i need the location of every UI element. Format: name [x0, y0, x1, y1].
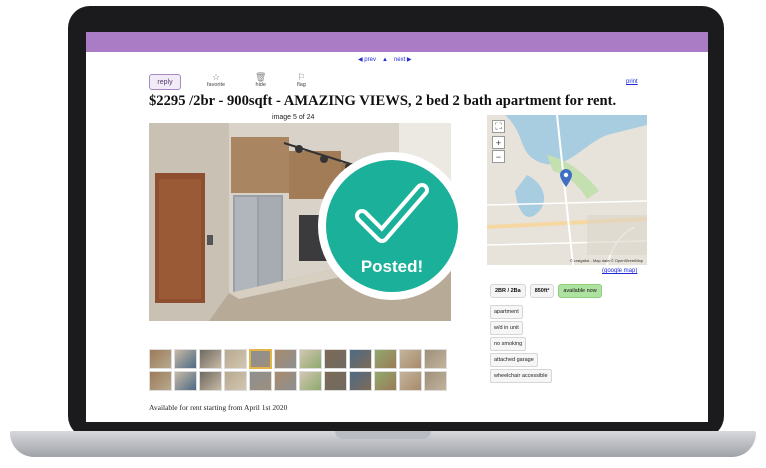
thumbnail-image[interactable] [274, 349, 297, 369]
thumbnail-image[interactable] [374, 371, 397, 391]
listing-title: $2295 /2br - 900sqft - AMAZING VIEWS, 2 … [149, 93, 617, 109]
post-navigation: ◀ prev ▲ next ▶ [358, 56, 412, 64]
hide-button[interactable]: 🗑 hide [255, 72, 267, 89]
sqft-badge: 850ft² [529, 284, 555, 298]
fullscreen-button[interactable]: ⛶ [492, 120, 505, 133]
availability-badge: available now [558, 284, 602, 298]
thumbnail-image[interactable] [199, 371, 222, 391]
thumbnail-image[interactable] [374, 349, 397, 369]
thumbnail-image[interactable] [224, 371, 247, 391]
thumbnail-image[interactable] [399, 371, 422, 391]
map-pin-icon[interactable] [560, 169, 572, 187]
image-counter: image 5 of 24 [272, 114, 315, 121]
posted-label: Posted! [360, 257, 424, 276]
map-attribution: © craigslist - Map data © OpenStreetMap [569, 258, 643, 263]
thumbnail-image[interactable] [424, 371, 447, 391]
posted-badge: Posted! [318, 152, 466, 300]
zoom-out-button[interactable]: − [492, 150, 505, 163]
next-link[interactable]: next ▶ [394, 56, 412, 63]
thumbnail-image[interactable] [299, 349, 322, 369]
thumbnail-image[interactable] [399, 349, 422, 369]
thumbnail-image[interactable] [349, 371, 372, 391]
google-map-link[interactable]: (google map) [602, 268, 637, 274]
thumbnail-image[interactable] [324, 349, 347, 369]
trash-icon: 🗑 [255, 72, 267, 82]
thumbnail-image[interactable] [249, 349, 272, 369]
flag-label: flag [297, 82, 306, 88]
laptop-base [10, 431, 756, 457]
location-map[interactable]: ⛶ + − © craigslist - Map data © OpenStre… [487, 115, 647, 265]
zoom-in-button[interactable]: + [492, 136, 505, 149]
tag-laundry: w/d in unit [490, 321, 523, 335]
flag-icon: ⚐ [297, 72, 306, 82]
thumbnail-image[interactable] [224, 349, 247, 369]
tag-housing-type: apartment [490, 305, 523, 319]
star-icon: ☆ [211, 72, 221, 82]
listing-description: Available for rent starting from April 1… [149, 403, 288, 412]
posted-circle: Posted! [326, 160, 458, 292]
map-tiles [487, 115, 647, 265]
tag-accessibility: wheelchair accessible [490, 369, 552, 383]
thumbnail-image[interactable] [424, 349, 447, 369]
header-bar [86, 32, 708, 52]
tag-parking: attached garage [490, 353, 538, 367]
thumbnail-image[interactable] [299, 371, 322, 391]
checkmark-icon [355, 183, 429, 243]
thumbnail-image[interactable] [349, 349, 372, 369]
reply-button[interactable]: reply [149, 74, 181, 90]
print-link[interactable]: print [626, 79, 638, 85]
thumbnail-image[interactable] [174, 349, 197, 369]
tag-smoking: no smoking [490, 337, 527, 351]
thumbnail-image[interactable] [149, 371, 172, 391]
thumbnail-image[interactable] [199, 349, 222, 369]
laptop-notch [335, 431, 431, 439]
prev-link[interactable]: ◀ prev [358, 56, 376, 63]
up-link[interactable]: ▲ [382, 57, 388, 63]
hide-label: hide [255, 82, 266, 88]
thumbnail-strip [149, 349, 451, 391]
thumbnail-image[interactable] [324, 371, 347, 391]
flag-button[interactable]: ⚐ flag [297, 72, 306, 89]
attribute-group: 2BR / 2Ba 850ft² available now [490, 284, 602, 298]
thumbnail-image[interactable] [274, 371, 297, 391]
favorite-label: favorite [207, 82, 226, 88]
thumbnail-image[interactable] [149, 349, 172, 369]
bed-bath-badge: 2BR / 2Ba [490, 284, 526, 298]
thumbnail-image[interactable] [249, 371, 272, 391]
favorite-button[interactable]: ☆ favorite [207, 72, 226, 89]
thumbnail-image[interactable] [174, 371, 197, 391]
